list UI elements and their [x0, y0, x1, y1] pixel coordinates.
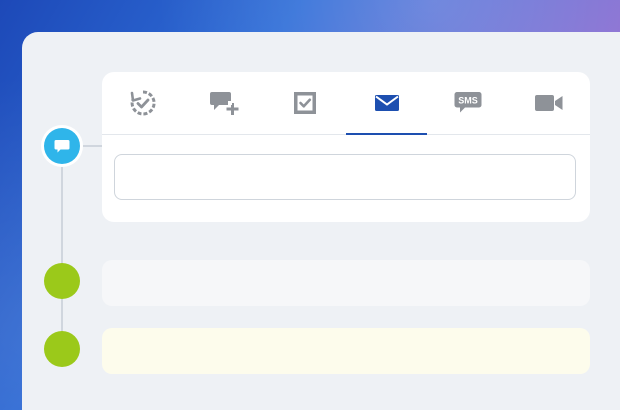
checkbox-icon — [294, 92, 317, 114]
timeline-line — [61, 165, 63, 350]
activity-composer: SMS — [102, 72, 590, 222]
tab-add-note[interactable] — [183, 72, 264, 134]
comment-plus-icon — [209, 92, 239, 115]
timeline-node-1 — [44, 263, 80, 299]
timeline-node-2 — [44, 331, 80, 367]
video-camera-icon — [535, 95, 563, 111]
tab-sms[interactable]: SMS — [427, 72, 508, 134]
chat-bubble-icon — [54, 140, 70, 153]
tab-task[interactable] — [265, 72, 346, 134]
composer-tabs: SMS — [102, 72, 590, 135]
sms-label: SMS — [458, 96, 478, 106]
sms-icon: SMS — [454, 92, 482, 113]
timeline-node-chat — [44, 128, 80, 164]
refresh-check-icon — [130, 90, 156, 116]
envelope-icon — [374, 95, 399, 111]
timeline-connector — [80, 145, 102, 147]
timeline-card-2[interactable] — [102, 328, 590, 374]
composer-input[interactable] — [114, 154, 576, 200]
tab-video[interactable] — [509, 72, 590, 134]
tab-activity[interactable] — [102, 72, 183, 134]
timeline-card-1[interactable] — [102, 260, 590, 306]
tab-email[interactable] — [345, 72, 428, 135]
